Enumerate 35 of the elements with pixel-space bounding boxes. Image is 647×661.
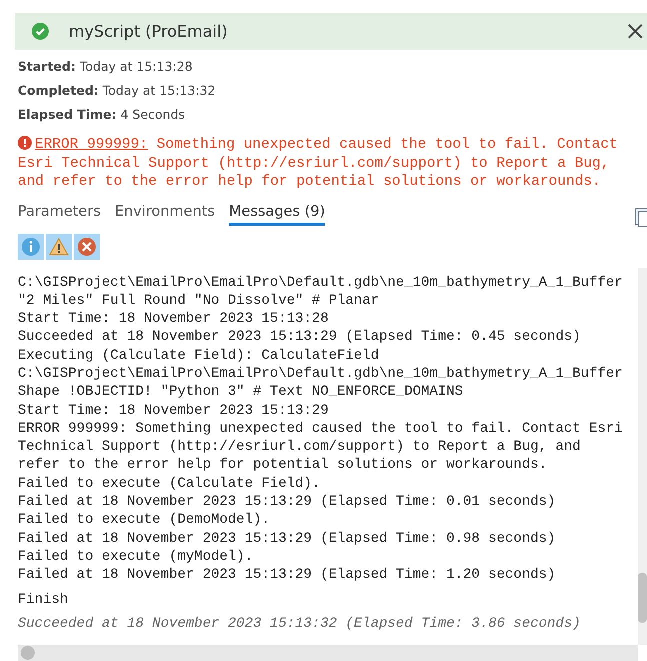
message-line: Failed at 18 November 2023 15:13:29 (Elapsed Time: 0.01 seconds) (18, 493, 557, 512)
message-line: Executing (Calculate Field): CalculateField (18, 346, 380, 365)
message-line: C:\GISProject\EmailPro\EmailPro\Default.gdb\ne_10m_bathymetry_A_1_Buffer (18, 274, 624, 292)
warning-filter-button[interactable] (46, 234, 72, 260)
message-line: Succeeded at 18 November 2023 15:13:29 (Elapsed Time: 0.45 seconds) (18, 328, 582, 347)
tab[interactable]: Parameters (18, 204, 101, 226)
message-line: Finish (18, 590, 70, 609)
message-line: ERROR 999999: Something unexpected caused the tool to fail. Contact Esri (18, 420, 624, 438)
message-line: Succeeded at 18 November 2023 15:13:32 (Elapsed Time: 3.86 seconds) (18, 614, 582, 634)
message-line: Failed to execute (myModel). (18, 548, 254, 566)
message-line: Failed at 18 November 2023 15:13:29 (Elapsed Time: 0.98 seconds) (18, 530, 557, 548)
detail-text: Completed: Today at 15:13:32 (18, 82, 217, 100)
error-message: ERROR 999999: Something unexpected caused the tool to fail. Contact Esri Technical Support (http://esriurl.com/support) to Report a Bug, and refer to the error help for potential solutions or workarounds. (18, 136, 620, 192)
close-icon[interactable] (628, 24, 643, 38)
message-line: Shape !OBJECTID! "Python 3" # Text NO_ENFORCE_DOMAINS (18, 383, 464, 402)
message-line: "2 Miles" Full Round "No Dissolve" # Planar (18, 292, 380, 310)
message-line: Failed at 18 November 2023 15:13:29 (Elapsed Time: 1.20 seconds) (18, 566, 557, 585)
message-line: refer to the error help for potential solutions or workarounds. (18, 456, 548, 475)
message-line: C:\GISProject\EmailPro\EmailPro\Default.gdb\ne_10m_bathymetry_A_1_Buffer (18, 364, 624, 384)
detail-text: Elapsed Time: 4 Seconds (18, 106, 186, 124)
detail-text: Started: Today at 15:13:28 (18, 58, 194, 76)
info-filter-button[interactable] (18, 234, 44, 260)
message-line: Start Time: 18 November 2023 15:13:28 (18, 310, 330, 328)
message-line: Start Time: 18 November 2023 15:13:29 (18, 402, 330, 420)
tab[interactable]: Messages (9) (229, 204, 326, 226)
message-line: Failed to execute (Calculate Field). (18, 474, 322, 494)
tab[interactable]: Environments (115, 204, 216, 226)
exclamation-circle-icon (18, 136, 32, 150)
message-line: Technical Support (http://esriurl.com/support) to Report a Bug, and (18, 438, 582, 456)
tool-title: myScript (ProEmail) (69, 22, 229, 41)
horizontal-scrollbar[interactable] (18, 645, 638, 661)
copy-icon[interactable] (635, 208, 647, 228)
error-filter-button[interactable] (74, 234, 100, 260)
vertical-scrollbar[interactable] (638, 268, 647, 645)
message-line: Failed to execute (DemoModel). (18, 511, 272, 530)
